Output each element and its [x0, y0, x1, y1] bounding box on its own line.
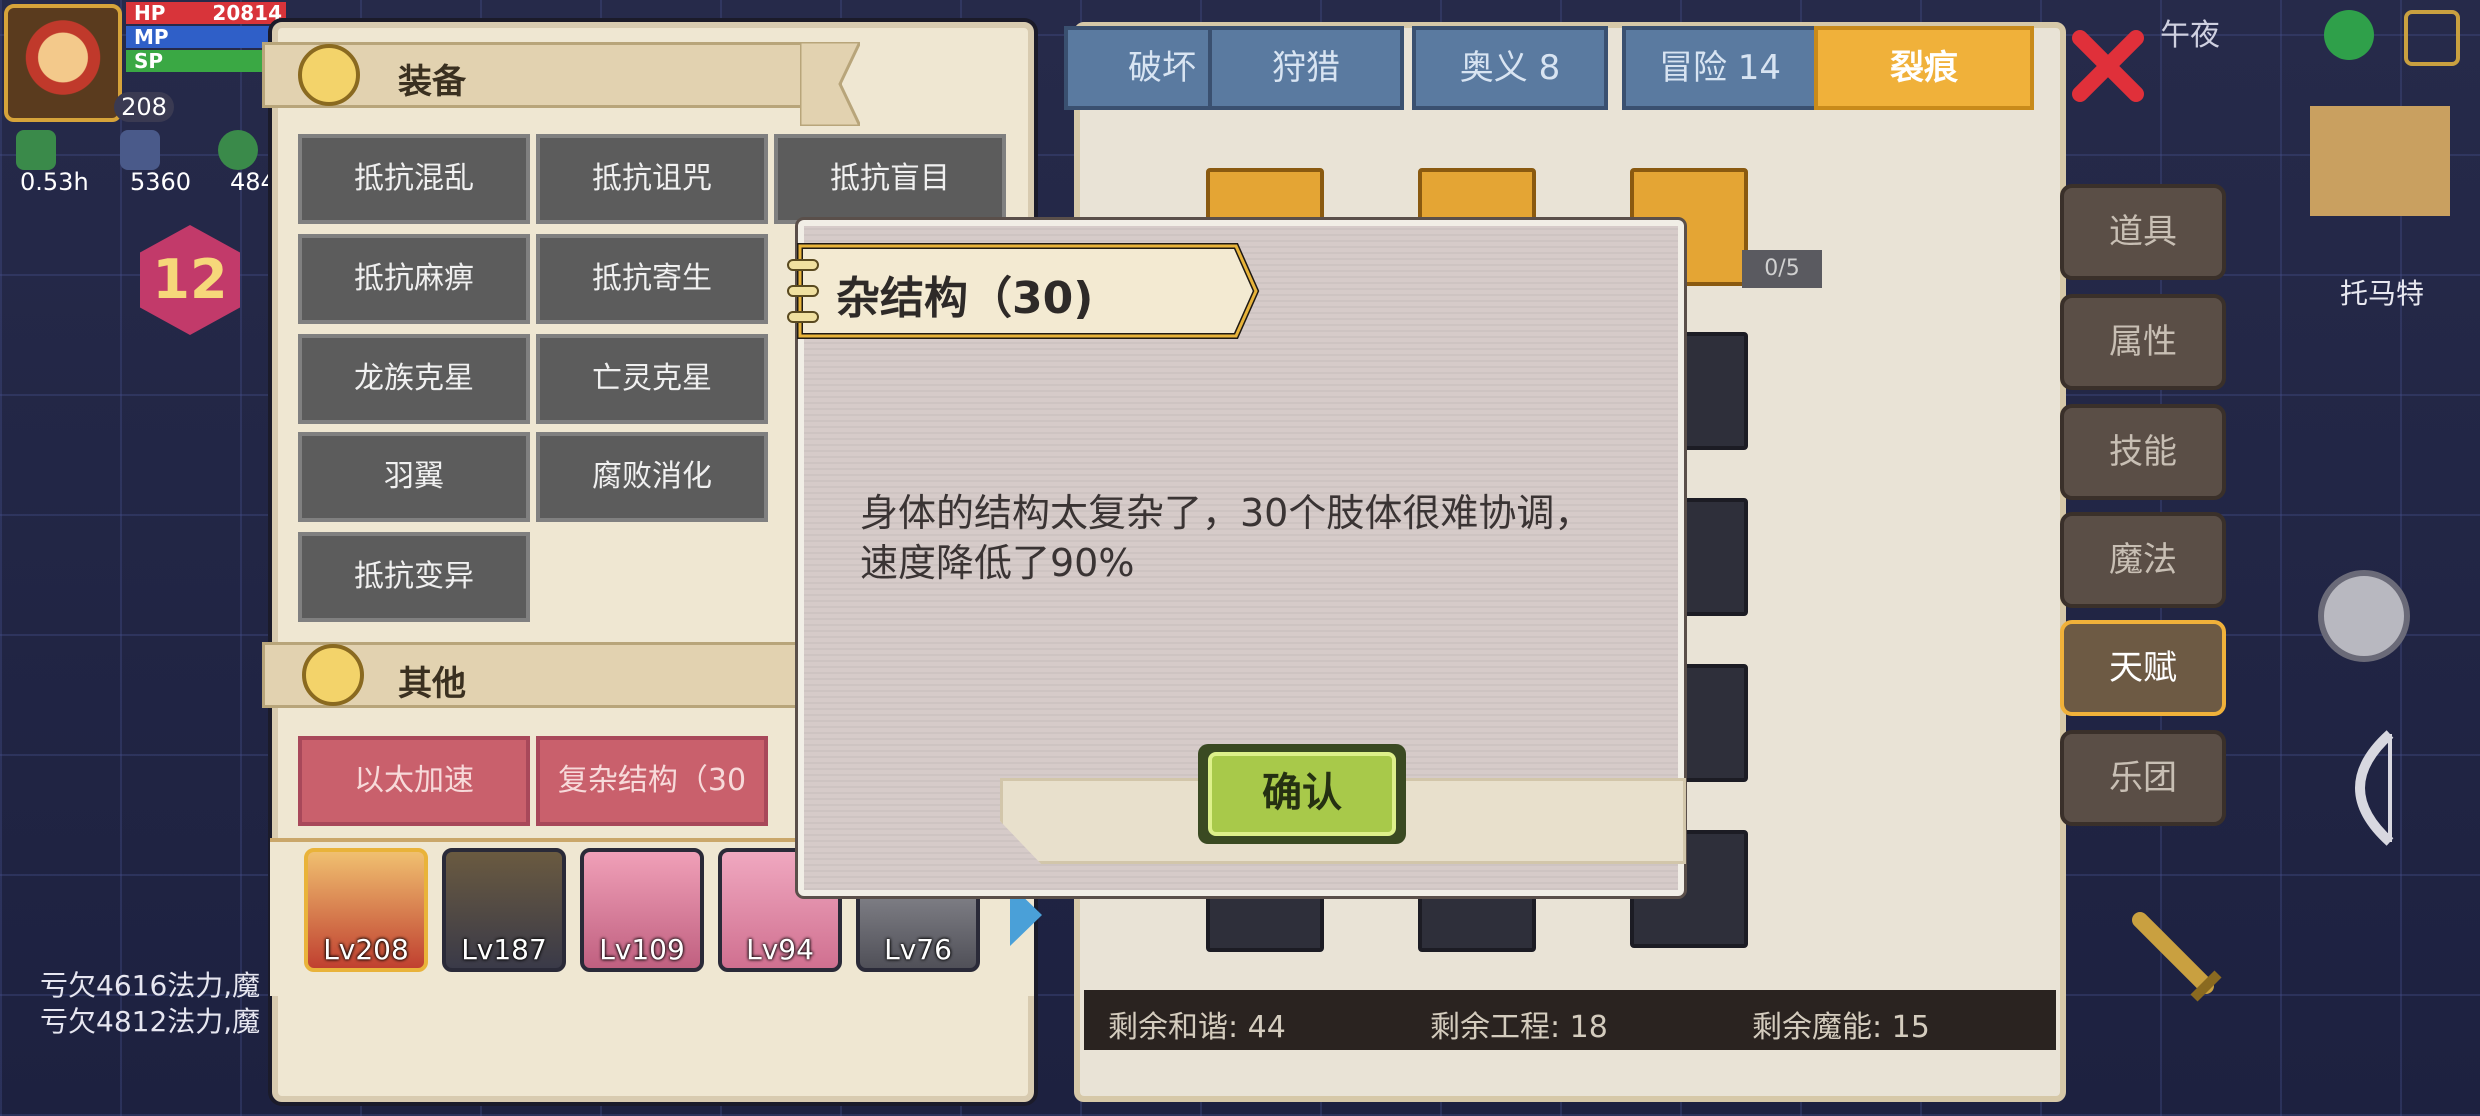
confirm-button[interactable]: 确认	[1208, 752, 1396, 836]
dialog-body-text: 身体的结构太复杂了，30个肢体很难协调，速度降低了90%	[860, 491, 1593, 585]
dialog-title: 杂结构（30)	[836, 273, 1094, 324]
